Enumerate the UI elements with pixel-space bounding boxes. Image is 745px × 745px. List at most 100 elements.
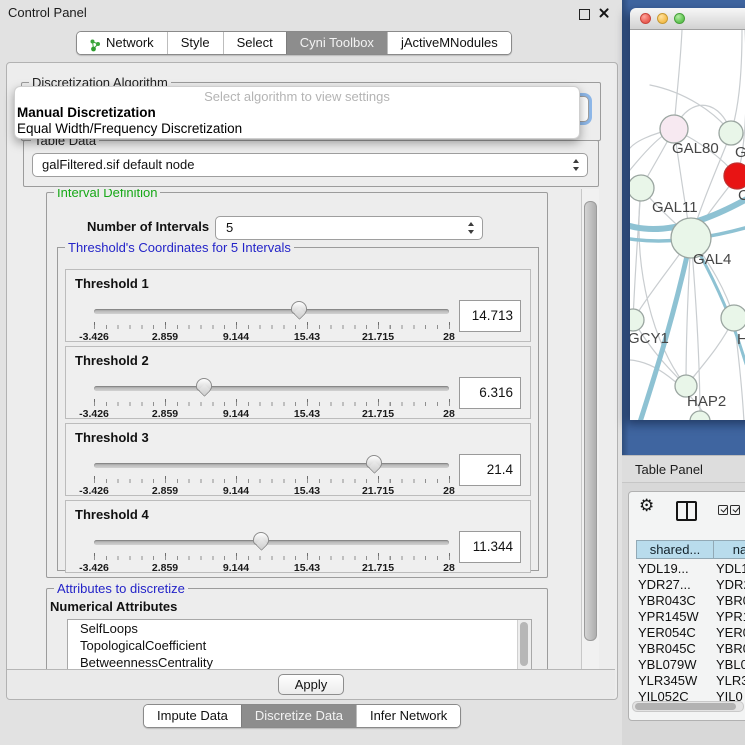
network-node-gcy1[interactable] (630, 309, 644, 331)
table-row[interactable]: YBR045CYBR0 (629, 641, 745, 657)
threshold-label: Threshold 4 (75, 507, 149, 522)
table-row[interactable]: YLR345WYLR3 (629, 673, 745, 689)
threshold-value-field[interactable]: 21.4 (459, 454, 521, 486)
network-node-ga[interactable] (719, 121, 743, 145)
cell-shared-name: YBR043C (638, 593, 714, 609)
threshold-value-field[interactable]: 6.316 (459, 377, 521, 409)
slider-scale-labels: -3.4262.8599.14415.4321.71528 (94, 300, 449, 342)
slider-scale-labels: -3.4262.8599.14415.4321.71528 (94, 531, 449, 573)
number-of-intervals-value: 5 (226, 220, 233, 235)
table-hscrollbar[interactable] (632, 701, 744, 712)
numerical-attributes-label: Numerical Attributes (50, 599, 177, 614)
attribute-item-selfloops[interactable]: SelfLoops (68, 620, 531, 637)
thresholds-group-title: Threshold's Coordinates for 5 Intervals (65, 240, 294, 255)
table-row[interactable]: YDR27...YDR2 (629, 577, 745, 593)
number-of-intervals-label: Number of Intervals (87, 219, 209, 234)
tab-discretize-data[interactable]: Discretize Data (241, 705, 356, 727)
tab-label: Select (237, 32, 273, 54)
table-row[interactable]: YDL19...YDL1 (629, 561, 745, 577)
scale-label: 28 (443, 485, 455, 497)
scale-label: 21.715 (362, 562, 394, 574)
slider-thumb[interactable] (366, 455, 382, 468)
scale-label: 9.144 (223, 331, 249, 343)
threshold-label: Threshold 2 (75, 353, 149, 368)
gear-icon[interactable]: ⚙ (639, 496, 654, 516)
split-columns-icon[interactable] (676, 501, 697, 521)
panel-scrollbar[interactable] (581, 189, 599, 669)
column-header-shared-name[interactable]: shared... (636, 540, 714, 559)
tab-style[interactable]: Style (167, 32, 223, 54)
network-node-c[interactable] (724, 163, 745, 189)
network-node-h[interactable] (721, 305, 745, 331)
scale-label: 28 (443, 408, 455, 420)
scale-label: 21.715 (362, 485, 394, 497)
tab-network[interactable]: Network (77, 32, 167, 54)
table-row[interactable]: YPR145WYPR1 (629, 609, 745, 625)
scale-label: 2.859 (152, 562, 178, 574)
slider-thumb[interactable] (253, 532, 269, 545)
scale-label: -3.426 (79, 562, 109, 574)
table-panel-body: ⚙ shared... name YDL19...YDL1YDR27...YDR… (628, 491, 745, 721)
scale-label: 15.43 (294, 485, 320, 497)
tab-infer-network[interactable]: Infer Network (356, 705, 460, 727)
threshold-value-field[interactable]: 14.713 (459, 300, 521, 332)
threshold-block: Threshold 3-3.4262.8599.14415.4321.71528… (65, 423, 531, 496)
close-icon[interactable] (598, 7, 610, 19)
algorithm-prompt: Select algorithm to view settings (15, 88, 579, 105)
table-row[interactable]: YER054CYER0 (629, 625, 745, 641)
slider-thumb[interactable] (196, 378, 212, 391)
float-panel-icon[interactable] (579, 9, 590, 20)
apply-button[interactable]: Apply (278, 674, 344, 695)
node-label-gal11: GAL11 (652, 199, 698, 216)
network-window-titlebar[interactable] (630, 8, 745, 30)
cyni-mode-tabs: Impute DataDiscretize DataInfer Network (143, 704, 461, 728)
algorithm-option-equal-width-frequency-discretization[interactable]: Equal Width/Frequency Discretization (15, 121, 579, 137)
panel-scrollbar-thumb[interactable] (584, 201, 597, 641)
tab-cyni-toolbox[interactable]: Cyni Toolbox (286, 32, 387, 54)
interval-definition-group: Interval Definition Number of Intervals … (46, 192, 548, 578)
slider-scale-labels: -3.4262.8599.14415.4321.71528 (94, 454, 449, 496)
table-row[interactable]: YBR043CYBR0 (629, 593, 745, 609)
table-row[interactable]: YIL052CYIL0 (629, 689, 745, 701)
table-data-group: Table Data galFiltered.sif default node (23, 140, 599, 187)
network-node-gal80[interactable] (660, 115, 688, 143)
network-node-gal11[interactable] (630, 175, 654, 201)
network-view-window: GAL80GACGAL11GAL4GCY1HHAP2 (630, 8, 745, 420)
attribute-item-topologicalcoefficient[interactable]: TopologicalCoefficient (68, 637, 531, 654)
table-row[interactable]: YBL079WYBL0 (629, 657, 745, 673)
cell-name: YBR0 (716, 641, 745, 657)
cell-name: YBL0 (716, 657, 745, 673)
column-header-name[interactable]: name (713, 540, 745, 559)
tab-label: Network (106, 32, 154, 54)
table-panel-region: ⚙ shared... name YDL19...YDL1YDR27...YDR… (622, 483, 745, 745)
threshold-value-field[interactable]: 11.344 (459, 531, 521, 563)
control-panel-tabs: Network Style Select Cyni ToolboxjActiveMNo… (76, 31, 512, 55)
network-node[interactable] (690, 411, 710, 420)
network-canvas[interactable]: GAL80GACGAL11GAL4GCY1HHAP2 (630, 30, 745, 420)
node-label-ga: GA (735, 144, 745, 161)
slider-thumb[interactable] (291, 301, 307, 314)
threshold-slider: -3.4262.8599.14415.4321.71528 (94, 531, 449, 573)
checkbox-icon[interactable] (730, 505, 740, 515)
cell-name: YER0 (716, 625, 745, 641)
window-minimize-button[interactable] (657, 13, 668, 24)
table-data-combobox[interactable]: galFiltered.sif default node (32, 153, 588, 177)
attribute-item-betweennesscentrality[interactable]: BetweennessCentrality (68, 654, 531, 669)
scale-label: -3.426 (79, 485, 109, 497)
window-zoom-button[interactable] (674, 13, 685, 24)
checkbox-icon[interactable] (718, 505, 728, 515)
attributes-scrollbar-thumb[interactable] (520, 622, 528, 666)
attributes-group: Attributes to discretize Numerical Attri… (46, 588, 548, 669)
table-hscrollbar-thumb[interactable] (635, 703, 736, 710)
attributes-scrollbar[interactable] (517, 620, 531, 669)
algorithm-option-manual-discretization[interactable]: Manual Discretization (15, 105, 579, 121)
number-of-intervals-combobox[interactable]: 5 (215, 216, 483, 240)
scale-label: 21.715 (362, 331, 394, 343)
scale-label: 9.144 (223, 485, 249, 497)
window-close-button[interactable] (640, 13, 651, 24)
tab-select[interactable]: Select (223, 32, 286, 54)
tab-jactivemnodules[interactable]: jActiveMNodules (387, 32, 511, 54)
apply-strip: Apply (7, 669, 615, 699)
cell-shared-name: YDL19... (638, 561, 714, 577)
tab-impute-data[interactable]: Impute Data (144, 705, 241, 727)
